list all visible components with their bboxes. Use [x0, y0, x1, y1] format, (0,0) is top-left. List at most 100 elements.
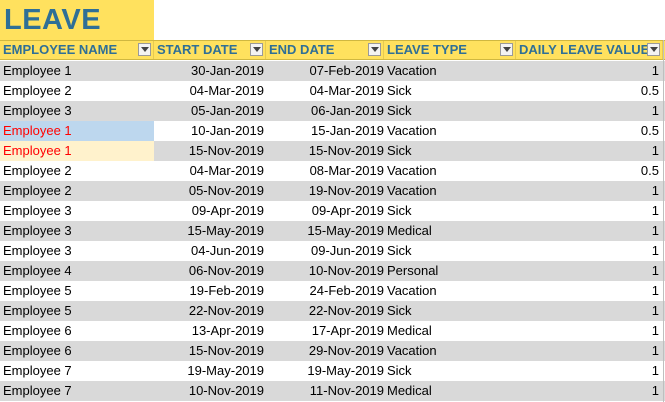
start-date-cell[interactable]: 05-Jan-2019	[154, 101, 266, 121]
leave-value-cell[interactable]: 1	[516, 261, 661, 281]
leave-value-cell[interactable]: 1	[516, 301, 661, 321]
table-row: Employee 2 05-Nov-2019 19-Nov-2019 Vacat…	[0, 181, 665, 201]
end-date-cell[interactable]: 29-Nov-2019	[266, 341, 384, 361]
filter-dropdown-button[interactable]	[138, 43, 151, 56]
leave-value-cell[interactable]: 1	[516, 201, 661, 221]
end-date-cell[interactable]: 07-Feb-2019	[266, 61, 384, 81]
start-date-cell[interactable]: 05-Nov-2019	[154, 181, 266, 201]
start-date-cell[interactable]: 15-May-2019	[154, 221, 266, 241]
leave-type-cell[interactable]: Sick	[386, 361, 516, 381]
leave-type-cell[interactable]: Vacation	[386, 121, 516, 141]
employee-cell[interactable]: Employee 5	[0, 301, 154, 321]
leave-value-cell[interactable]: 1	[516, 221, 661, 241]
start-date-cell[interactable]: 04-Mar-2019	[154, 161, 266, 181]
leave-value-cell[interactable]: 1	[516, 141, 661, 161]
leave-type-cell[interactable]: Personal	[386, 261, 516, 281]
end-date-cell[interactable]: 22-Nov-2019	[266, 301, 384, 321]
filter-dropdown-button[interactable]	[368, 43, 381, 56]
column-header-end[interactable]: END DATE	[266, 41, 384, 59]
employee-cell[interactable]: Employee 3	[0, 101, 154, 121]
filter-dropdown-button[interactable]	[500, 43, 513, 56]
sheet-title: LEAVE	[4, 4, 102, 36]
leave-type-cell[interactable]: Sick	[386, 81, 516, 101]
leave-type-cell[interactable]: Medical	[386, 321, 516, 341]
leave-type-cell[interactable]: Sick	[386, 301, 516, 321]
chevron-down-icon	[503, 47, 511, 52]
leave-type-cell[interactable]: Sick	[386, 141, 516, 161]
end-date-cell[interactable]: 09-Apr-2019	[266, 201, 384, 221]
leave-value-cell[interactable]: 1	[516, 341, 661, 361]
employee-cell[interactable]: Employee 3	[0, 201, 154, 221]
start-date-cell[interactable]: 15-Nov-2019	[154, 141, 266, 161]
start-date-cell[interactable]: 04-Mar-2019	[154, 81, 266, 101]
employee-cell[interactable]: Employee 3	[0, 241, 154, 261]
end-date-cell[interactable]: 04-Mar-2019	[266, 81, 384, 101]
employee-cell[interactable]: Employee 2	[0, 161, 154, 181]
title-cell[interactable]: LEAVE	[0, 0, 154, 40]
leave-value-cell[interactable]: 1	[516, 241, 661, 261]
leave-type-cell[interactable]: Vacation	[386, 281, 516, 301]
leave-value-cell[interactable]: 0.5	[516, 161, 661, 181]
end-date-cell[interactable]: 24-Feb-2019	[266, 281, 384, 301]
leave-value-cell[interactable]: 1	[516, 181, 661, 201]
leave-value-cell[interactable]: 1	[516, 281, 661, 301]
end-date-cell[interactable]: 08-Mar-2019	[266, 161, 384, 181]
employee-cell[interactable]: Employee 2	[0, 81, 154, 101]
start-date-cell[interactable]: 04-Jun-2019	[154, 241, 266, 261]
leave-value-cell[interactable]: 1	[516, 61, 661, 81]
start-date-cell[interactable]: 30-Jan-2019	[154, 61, 266, 81]
leave-value-cell[interactable]: 0.5	[516, 81, 661, 101]
column-header-employee[interactable]: EMPLOYEE NAME	[0, 41, 154, 59]
leave-type-cell[interactable]: Medical	[386, 221, 516, 241]
leave-value-cell[interactable]: 1	[516, 321, 661, 341]
start-date-cell[interactable]: 10-Jan-2019	[154, 121, 266, 141]
leave-type-cell[interactable]: Sick	[386, 201, 516, 221]
end-date-cell[interactable]: 09-Jun-2019	[266, 241, 384, 261]
end-date-cell[interactable]: 17-Apr-2019	[266, 321, 384, 341]
leave-value-cell[interactable]: 1	[516, 381, 661, 401]
employee-cell-duplicate-warning[interactable]: Employee 1	[0, 121, 154, 141]
leave-value-cell[interactable]: 0.5	[516, 121, 661, 141]
start-date-cell[interactable]: 22-Nov-2019	[154, 301, 266, 321]
employee-cell[interactable]: Employee 1	[0, 61, 154, 81]
end-date-cell[interactable]: 11-Nov-2019	[266, 381, 384, 401]
employee-cell[interactable]: Employee 6	[0, 341, 154, 361]
table-row: Employee 2 04-Mar-2019 04-Mar-2019 Sick …	[0, 81, 665, 101]
end-date-cell[interactable]: 19-Nov-2019	[266, 181, 384, 201]
end-date-cell[interactable]: 19-May-2019	[266, 361, 384, 381]
end-date-cell[interactable]: 15-Jan-2019	[266, 121, 384, 141]
start-date-cell[interactable]: 19-Feb-2019	[154, 281, 266, 301]
leave-type-cell[interactable]: Medical	[386, 381, 516, 401]
leave-type-cell[interactable]: Vacation	[386, 61, 516, 81]
employee-cell[interactable]: Employee 4	[0, 261, 154, 281]
leave-type-cell[interactable]: Sick	[386, 241, 516, 261]
filter-dropdown-button[interactable]	[250, 43, 263, 56]
end-date-cell[interactable]: 10-Nov-2019	[266, 261, 384, 281]
start-date-cell[interactable]: 09-Apr-2019	[154, 201, 266, 221]
end-date-cell[interactable]: 15-May-2019	[266, 221, 384, 241]
column-header-type[interactable]: LEAVE TYPE	[384, 41, 516, 59]
employee-cell[interactable]: Employee 2	[0, 181, 154, 201]
leave-type-cell[interactable]: Vacation	[386, 161, 516, 181]
column-header-start[interactable]: START DATE	[154, 41, 266, 59]
start-date-cell[interactable]: 19-May-2019	[154, 361, 266, 381]
employee-cell[interactable]: Employee 7	[0, 381, 154, 401]
end-date-cell[interactable]: 06-Jan-2019	[266, 101, 384, 121]
start-date-cell[interactable]: 10-Nov-2019	[154, 381, 266, 401]
employee-cell[interactable]: Employee 6	[0, 321, 154, 341]
leave-type-cell[interactable]: Sick	[386, 101, 516, 121]
employee-cell[interactable]: Employee 5	[0, 281, 154, 301]
employee-cell[interactable]: Employee 3	[0, 221, 154, 241]
start-date-cell[interactable]: 06-Nov-2019	[154, 261, 266, 281]
column-header-value[interactable]: DAILY LEAVE VALUE	[516, 41, 663, 59]
employee-cell-duplicate-warning[interactable]: Employee 1	[0, 141, 154, 161]
employee-cell[interactable]: Employee 7	[0, 361, 154, 381]
leave-value-cell[interactable]: 1	[516, 361, 661, 381]
filter-dropdown-button[interactable]	[647, 43, 660, 56]
leave-type-cell[interactable]: Vacation	[386, 181, 516, 201]
leave-value-cell[interactable]: 1	[516, 101, 661, 121]
end-date-cell[interactable]: 15-Nov-2019	[266, 141, 384, 161]
leave-type-cell[interactable]: Vacation	[386, 341, 516, 361]
start-date-cell[interactable]: 15-Nov-2019	[154, 341, 266, 361]
start-date-cell[interactable]: 13-Apr-2019	[154, 321, 266, 341]
